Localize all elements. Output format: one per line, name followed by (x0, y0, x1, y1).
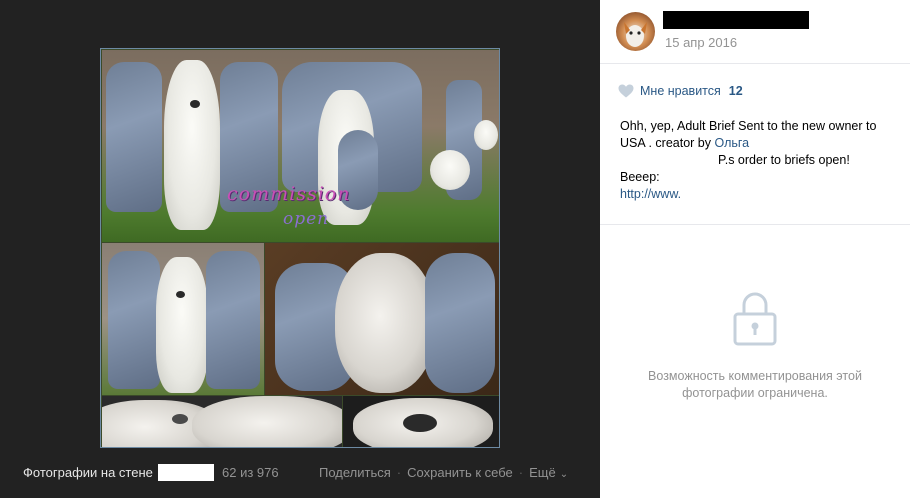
photo-collage[interactable]: commission open (100, 48, 500, 448)
fur-panel (156, 257, 208, 393)
footer-actions: Поделиться · Сохранить к себе · Ещё ⌄ (319, 465, 568, 480)
photo-counter: 62 из 976 (222, 465, 279, 480)
save-button[interactable]: Сохранить к себе (407, 465, 513, 480)
open-overlay-text: open (283, 209, 330, 229)
divider (600, 224, 910, 225)
lock-icon (733, 292, 777, 346)
separator: · (518, 465, 524, 480)
avatar-image (624, 22, 647, 47)
more-button[interactable]: Ещё ⌄ (529, 465, 568, 480)
fur-panel (164, 60, 220, 230)
comments-restricted-text: Возможность комментирования этой фотогра… (648, 369, 862, 400)
fur-panel (108, 251, 160, 389)
fur-detail (172, 414, 188, 424)
fur-detail (190, 100, 200, 108)
fur-panel (425, 253, 495, 393)
post-line-text: USA . creator by (620, 136, 715, 150)
fur-panel (192, 396, 342, 447)
side-panel: 15 апр 2016 Мне нравится 12 Ohh, yep, Ad… (600, 0, 910, 498)
post-line: USA . creator by Ольга (620, 135, 895, 152)
fur-panel (335, 253, 435, 393)
collage-tile-bottom-left (102, 396, 342, 447)
post-header: 15 апр 2016 (600, 0, 910, 64)
author-name[interactable] (663, 11, 809, 29)
collage-tile-bottom-right (343, 396, 499, 447)
post-text: Ohh, yep, Adult Brief Sent to the new ow… (620, 118, 895, 203)
fur-detail (403, 414, 437, 432)
like-button[interactable]: Мне нравится 12 (618, 84, 743, 98)
separator: · (396, 465, 402, 480)
commission-overlay-text: commission (227, 183, 351, 205)
avatar[interactable] (616, 12, 655, 51)
album-link[interactable]: Фотографии на стене (23, 465, 153, 480)
fur-panel (474, 120, 498, 150)
post-line: P.s order to briefs open! (718, 153, 850, 167)
likes-count: 12 (728, 84, 743, 98)
fur-panel (106, 62, 162, 212)
fur-panel (206, 251, 260, 389)
viewer-footer: Фотографии на стене 62 из 976 Поделиться… (0, 448, 600, 498)
collage-tile-right (265, 243, 499, 395)
chevron-down-icon: ⌄ (559, 469, 569, 480)
post-line: Ohh, yep, Adult Brief Sent to the new ow… (620, 119, 877, 133)
post-url-link[interactable]: http://www. (620, 186, 895, 203)
more-label: Ещё (529, 465, 556, 480)
heart-icon (618, 84, 634, 98)
collage-tile-left (102, 243, 264, 395)
likes-label: Мне нравится (640, 84, 721, 98)
fur-panel (430, 150, 470, 190)
post-line: Beeep: (620, 170, 660, 184)
post-date[interactable]: 15 апр 2016 (665, 35, 737, 50)
redacted-name (158, 464, 214, 481)
creator-link[interactable]: Ольга (714, 136, 749, 150)
fur-detail (176, 291, 185, 298)
photo-viewer: commission open Фотографии на стене 62 и… (0, 0, 600, 498)
share-button[interactable]: Поделиться (319, 465, 391, 480)
